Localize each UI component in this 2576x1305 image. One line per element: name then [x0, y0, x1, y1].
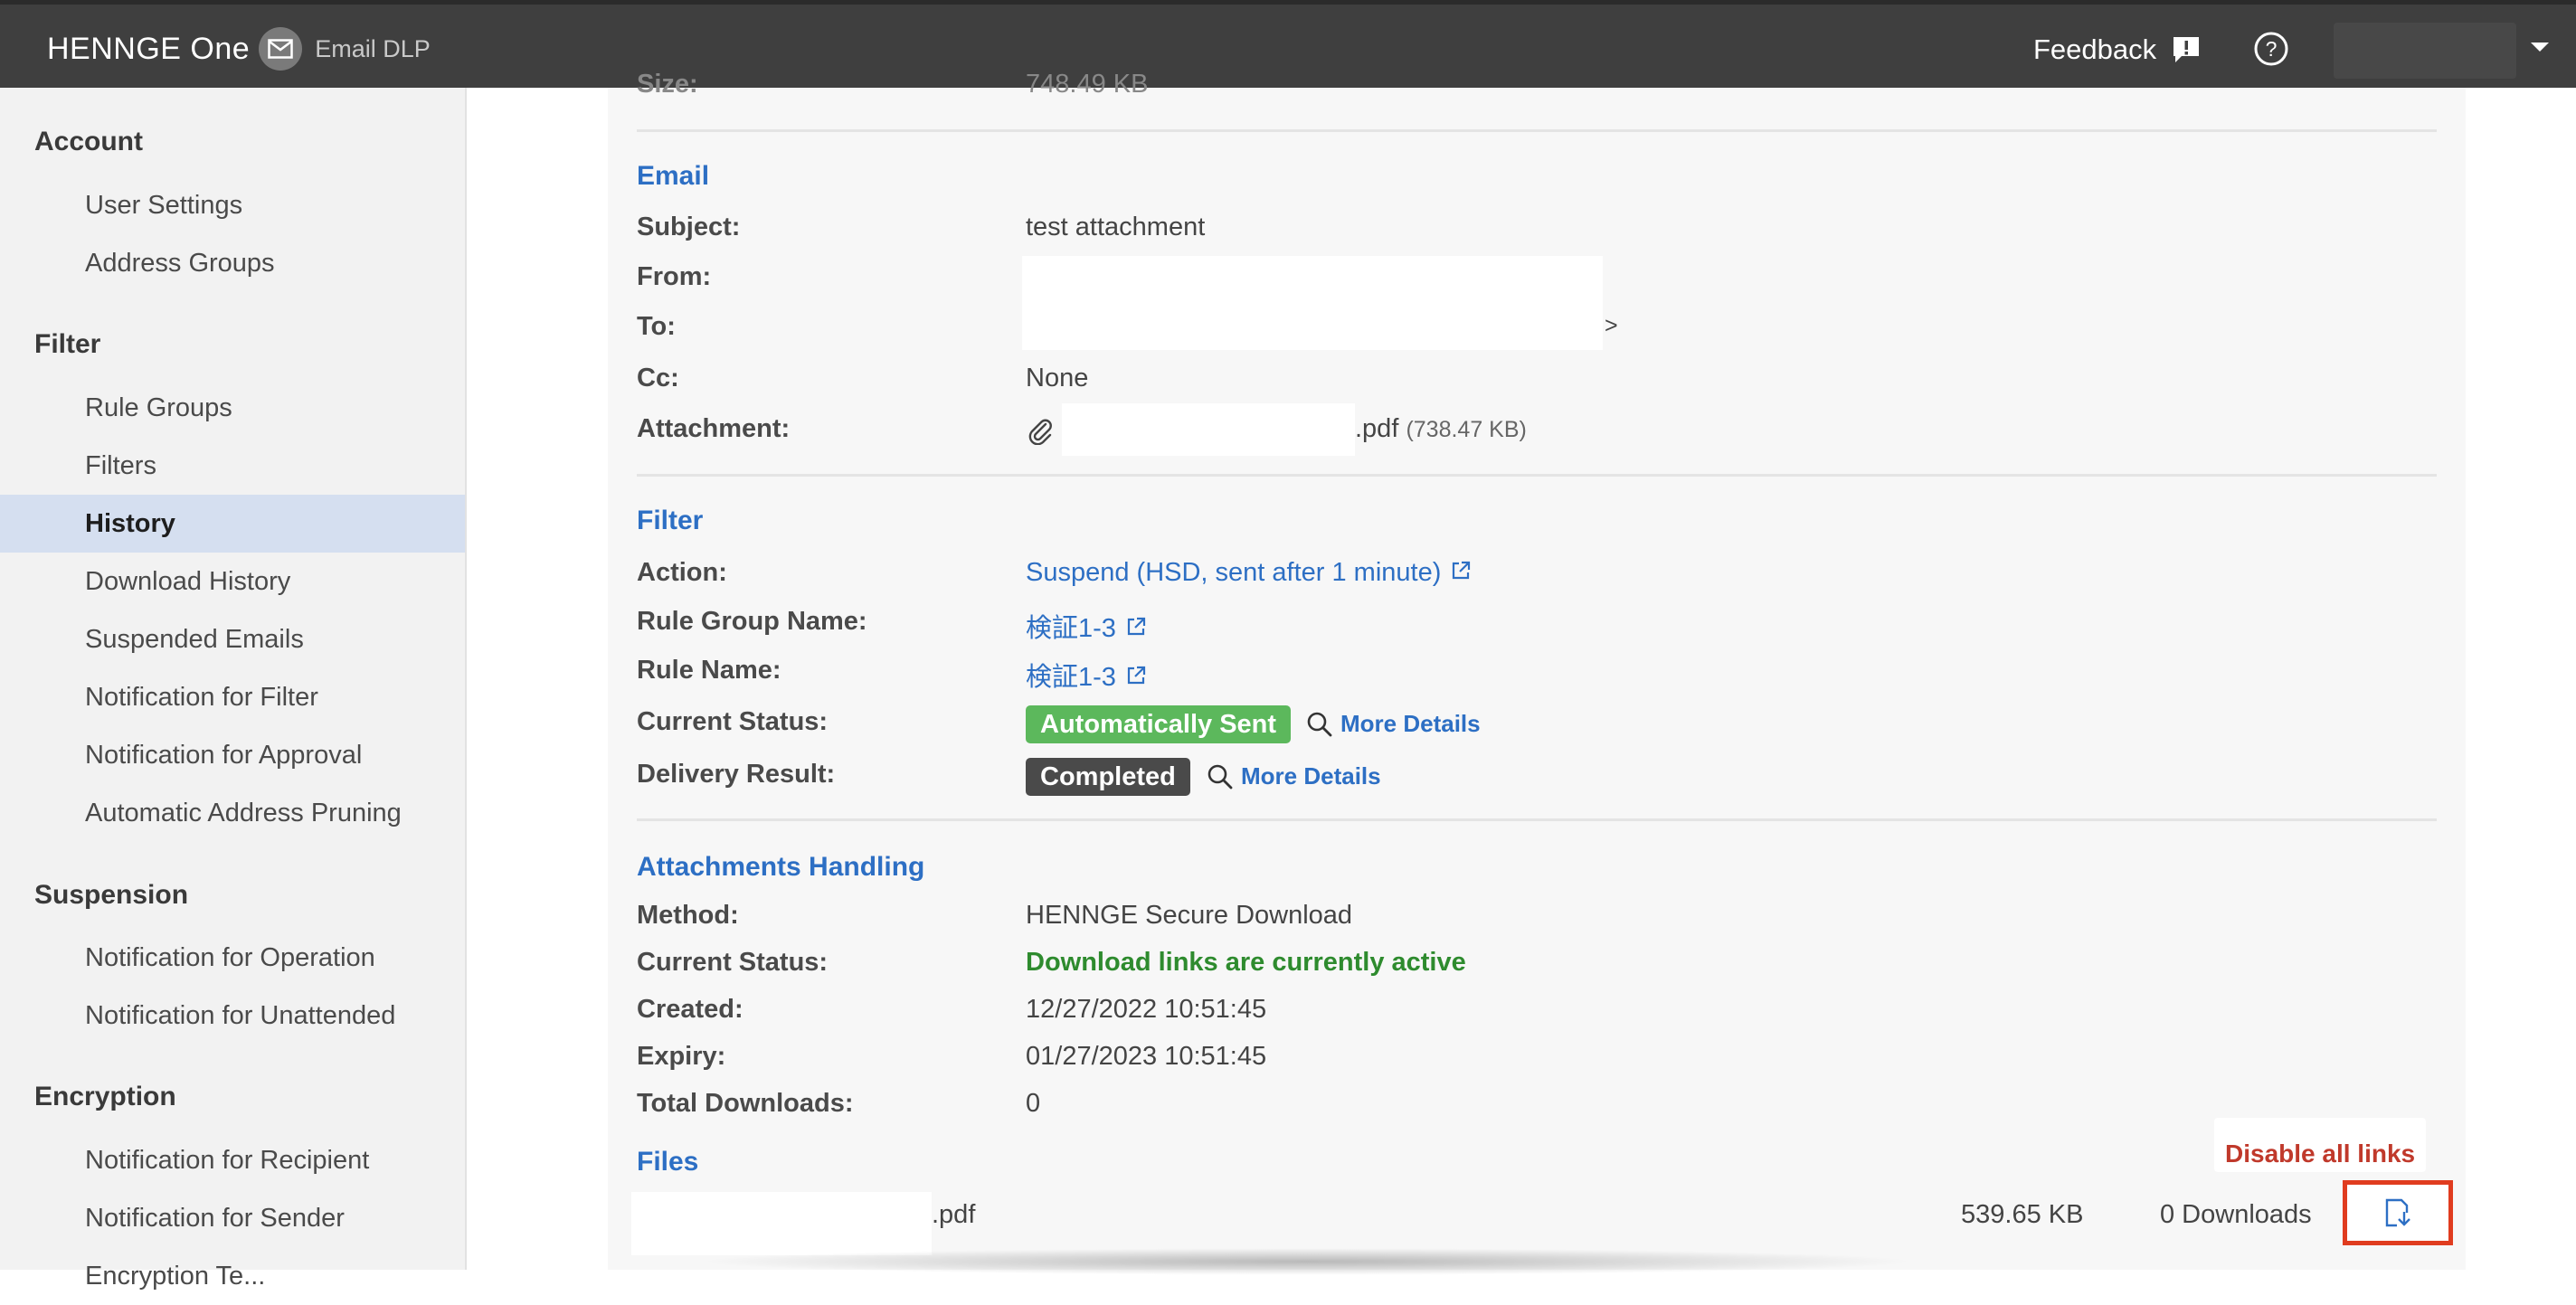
user-menu[interactable] [2334, 23, 2516, 79]
section-title-filter: Filter [637, 506, 704, 535]
external-link-icon [1125, 615, 1147, 645]
expiry-label: Expiry: [637, 1042, 726, 1071]
sidebar-heading-account: Account [34, 127, 143, 156]
redacted-attachment-name [1062, 403, 1355, 456]
more-details-label: More Details [1241, 762, 1381, 790]
method-value: HENNGE Secure Download [1026, 901, 1353, 930]
attachment-extension: .pdf [1355, 414, 1399, 443]
size-value: 748.49 KB [1026, 70, 1149, 99]
rule-name-label: Rule Name: [637, 656, 781, 685]
rule-group-value: 検証1-3 [1026, 614, 1116, 643]
sidebar-heading-filter: Filter [34, 329, 101, 359]
total-downloads-label: Total Downloads: [637, 1089, 854, 1118]
file-download-icon [2385, 1198, 2410, 1227]
current-status-label: Current Status: [637, 707, 829, 736]
caret-down-icon[interactable] [2529, 41, 2551, 58]
sidebar-item-history[interactable]: History [0, 495, 465, 553]
sidebar-item-user-settings[interactable]: User Settings [0, 176, 465, 234]
feedback-exclamation-icon [2171, 34, 2202, 65]
sidebar-heading-suspension: Suspension [34, 880, 189, 910]
magnifier-icon [1208, 764, 1233, 789]
attachment-size: (738.47 KB) [1406, 417, 1527, 442]
divider [637, 474, 2437, 477]
download-status-value: Download links are currently active [1026, 948, 1466, 977]
action-value: Suspend (HSD, sent after 1 minute) [1026, 558, 1442, 587]
more-details-label: More Details [1340, 710, 1481, 737]
created-label: Created: [637, 995, 743, 1024]
delivery-badge: Completed [1026, 758, 1190, 796]
size-label: Size: [637, 70, 698, 99]
sidebar-item-rule-groups[interactable]: Rule Groups [0, 379, 465, 437]
disable-all-links-label: Disable all links [2225, 1140, 2416, 1168]
sidebar-item-notification-for-sender[interactable]: Notification for Sender [0, 1189, 465, 1247]
total-downloads-value: 0 [1026, 1089, 1041, 1118]
subject-label: Subject: [637, 213, 741, 241]
sidebar-item-download-history[interactable]: Download History [0, 553, 465, 610]
sidebar-item-notification-for-unattended[interactable]: Notification for Unattended [0, 987, 465, 1045]
to-label: To: [637, 312, 676, 341]
svg-text:?: ? [2266, 37, 2278, 61]
section-title-attachments-handling: Attachments Handling [637, 852, 925, 882]
rule-name-link[interactable]: 検証1-3 [1026, 656, 1147, 694]
file-download-count: 0 Downloads [2160, 1200, 2312, 1229]
more-details-link[interactable]: More Details [1306, 710, 1481, 738]
section-title-files: Files [637, 1147, 699, 1177]
brand-logo[interactable]: HENNGE One Email DLP [47, 26, 431, 71]
action-link[interactable]: Suspend (HSD, sent after 1 minute) [1026, 558, 1472, 589]
method-label: Method: [637, 901, 739, 930]
top-bar: HENNGE One Email DLP Feedback ? [0, 0, 2576, 88]
rule-group-label: Rule Group Name: [637, 607, 867, 636]
brand-name: HENNGE One [47, 31, 251, 66]
file-size: 539.65 KB [1961, 1200, 2084, 1229]
divider [637, 129, 2437, 132]
download-status-label: Current Status: [637, 948, 829, 977]
feedback-label: Feedback [2033, 33, 2157, 65]
feedback-button[interactable]: Feedback [2033, 30, 2202, 70]
sidebar-item-filters[interactable]: Filters [0, 437, 465, 495]
sidebar-heading-encryption: Encryption [34, 1082, 176, 1111]
sidebar-item-notification-for-approval[interactable]: Notification for Approval [0, 726, 465, 784]
scroll-shadow [696, 1248, 1918, 1275]
expiry-value: 01/27/2023 10:51:45 [1026, 1042, 1267, 1071]
sidebar-item-encryption-templates[interactable]: Encryption Te... [0, 1247, 465, 1305]
product-name: Email DLP [315, 34, 431, 62]
sidebar-item-address-groups[interactable]: Address Groups [0, 234, 465, 292]
sidebar-item-notification-for-filter[interactable]: Notification for Filter [0, 668, 465, 726]
from-label: From: [637, 262, 712, 291]
paperclip-icon [1028, 416, 1053, 449]
cc-value: None [1026, 364, 1089, 392]
external-link-icon [1450, 559, 1472, 589]
sidebar-item-automatic-address-pruning[interactable]: Automatic Address Pruning [0, 784, 465, 842]
created-value: 12/27/2022 10:51:45 [1026, 995, 1267, 1024]
cc-label: Cc: [637, 364, 679, 392]
rule-name-value: 検証1-3 [1026, 663, 1116, 692]
divider [637, 818, 2437, 821]
redacted-file-name [631, 1192, 932, 1255]
more-details-link[interactable]: More Details [1207, 762, 1381, 790]
sidebar-item-suspended-emails[interactable]: Suspended Emails [0, 610, 465, 668]
to-suffix: > [1605, 313, 1618, 338]
sidebar-item-notification-for-operation[interactable]: Notification for Operation [0, 929, 465, 987]
external-link-icon [1125, 664, 1147, 694]
status-badge: Automatically Sent [1026, 705, 1292, 743]
file-name-extension: .pdf [932, 1200, 976, 1229]
redacted-addresses [1022, 256, 1603, 350]
file-download-button[interactable] [2343, 1180, 2453, 1245]
disable-all-links-button[interactable]: Disable all links [2214, 1118, 2426, 1172]
section-title-email: Email [637, 161, 710, 191]
mail-icon [259, 27, 303, 71]
help-circle-icon[interactable]: ? [2252, 30, 2290, 68]
attachment-label: Attachment: [637, 414, 791, 443]
attachment-name[interactable]: .pdf (738.47 KB) [1355, 414, 1527, 444]
sidebar-item-notification-for-recipient[interactable]: Notification for Recipient [0, 1131, 465, 1189]
magnifier-icon [1307, 712, 1332, 736]
sidebar: Account User Settings Address Groups Fil… [0, 88, 467, 1291]
delivery-result-label: Delivery Result: [637, 760, 836, 789]
subject-value: test attachment [1026, 213, 1206, 241]
action-label: Action: [637, 558, 727, 587]
rule-group-link[interactable]: 検証1-3 [1026, 607, 1147, 645]
